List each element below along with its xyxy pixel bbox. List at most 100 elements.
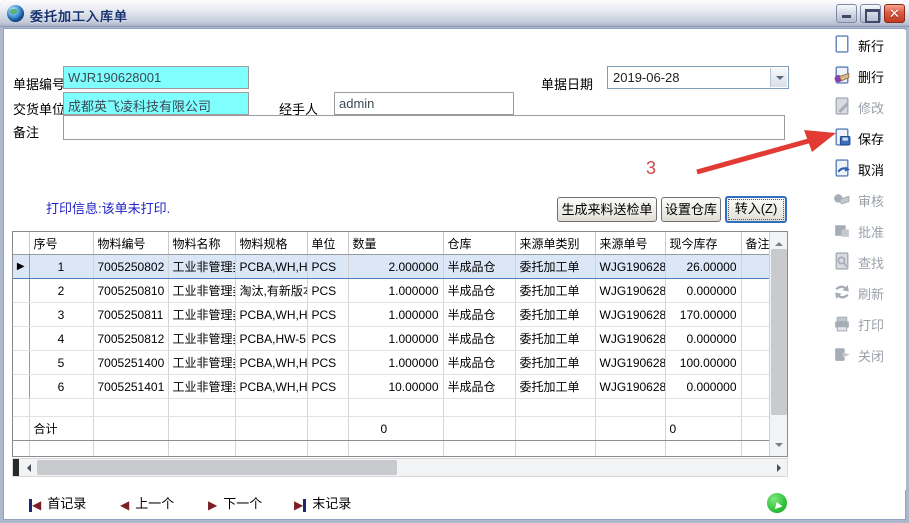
column-header[interactable]: 现今库存 (665, 232, 741, 255)
scroll-left-icon[interactable] (19, 459, 36, 476)
table-cell[interactable]: 工业非管理类 (168, 303, 235, 327)
table-cell[interactable] (741, 255, 771, 279)
column-header[interactable]: 序号 (29, 232, 93, 255)
table-row[interactable]: 37005250811工业非管理类PCBA,WH,HPCS1.000000半成品… (13, 303, 771, 327)
table-row[interactable]: 27005250810工业非管理类淘汰,有新版本PCS1.000000半成品仓委… (13, 279, 771, 303)
table-cell[interactable]: 委托加工单 (515, 279, 595, 303)
chevron-down-icon[interactable] (770, 68, 787, 87)
table-cell[interactable]: 7005251400 (93, 351, 168, 375)
horizontal-scroll-thumb[interactable] (37, 460, 397, 475)
table-cell[interactable]: PCBA,WH,H (235, 375, 307, 399)
horizontal-scrollbar[interactable] (12, 458, 788, 477)
table-cell[interactable]: 工业非管理类 (168, 327, 235, 351)
transfer-in-button[interactable]: 转入(Z) (725, 196, 787, 223)
doc-date-combo[interactable]: 2019-06-28 (607, 66, 789, 89)
table-cell[interactable] (741, 303, 771, 327)
supplier-field[interactable]: 成都英飞凌科技有限公司 (63, 92, 249, 115)
table-cell[interactable] (741, 327, 771, 351)
table-cell[interactable]: WJG190628 (595, 255, 665, 279)
nav-last-record[interactable]: ▶末记录 (294, 493, 351, 513)
items-grid[interactable]: 序号物料编号物料名称物料规格单位数量仓库来源单类别来源单号现今库存备注 ▶170… (12, 231, 788, 457)
table-cell[interactable] (741, 351, 771, 375)
table-row[interactable]: 67005251401工业非管理类PCBA,WH,HPCS10.00000半成品… (13, 375, 771, 399)
toolbar-button-new-row[interactable]: 新行 (828, 32, 904, 56)
scroll-down-icon[interactable] (770, 439, 788, 456)
table-cell[interactable]: 半成品仓 (443, 327, 515, 351)
table-cell[interactable]: 100.00000 (665, 351, 741, 375)
table-cell[interactable]: 工业非管理类 (168, 375, 235, 399)
nav-next-record[interactable]: ▶下一个 (208, 493, 262, 513)
table-cell[interactable]: 7005250812 (93, 327, 168, 351)
table-cell[interactable]: 半成品仓 (443, 375, 515, 399)
table-cell[interactable]: 工业非管理类 (168, 255, 235, 279)
toolbar-button-cancel[interactable]: 取消 (828, 156, 904, 180)
table-cell[interactable]: PCS (307, 351, 348, 375)
maximize-button[interactable] (860, 4, 881, 23)
column-header[interactable]: 数量 (348, 232, 443, 255)
column-header[interactable]: 单位 (307, 232, 348, 255)
table-cell[interactable]: PCS (307, 279, 348, 303)
table-cell[interactable]: 半成品仓 (443, 303, 515, 327)
table-cell[interactable]: 10.00000 (348, 375, 443, 399)
table-cell[interactable]: PCBA,WH,H (235, 351, 307, 375)
table-cell[interactable]: 委托加工单 (515, 303, 595, 327)
table-cell[interactable]: 委托加工单 (515, 375, 595, 399)
table-cell[interactable]: 淘汰,有新版本 (235, 279, 307, 303)
table-cell[interactable]: 170.00000 (665, 303, 741, 327)
column-header[interactable]: 备注 (741, 232, 771, 255)
handler-field[interactable]: admin (334, 92, 514, 115)
column-header[interactable]: 物料规格 (235, 232, 307, 255)
table-cell[interactable]: 3 (29, 303, 93, 327)
table-cell[interactable]: 6 (29, 375, 93, 399)
table-cell[interactable]: 半成品仓 (443, 255, 515, 279)
toolbar-button-delete-row[interactable]: 删行 (828, 63, 904, 87)
table-cell[interactable]: 半成品仓 (443, 279, 515, 303)
table-cell[interactable]: 工业非管理类 (168, 351, 235, 375)
nav-previous-record[interactable]: ◀上一个 (120, 493, 174, 513)
table-cell[interactable]: PCBA,HW-5 (235, 327, 307, 351)
table-cell[interactable]: 7005250811 (93, 303, 168, 327)
table-cell[interactable]: 0.000000 (665, 327, 741, 351)
table-cell[interactable]: PCBA,WH,H (235, 303, 307, 327)
table-cell[interactable]: PCS (307, 327, 348, 351)
close-button[interactable]: ✕ (884, 4, 905, 23)
table-cell[interactable]: WJG190628 (595, 375, 665, 399)
table-cell[interactable]: 5 (29, 351, 93, 375)
table-cell[interactable] (741, 279, 771, 303)
table-cell[interactable]: 半成品仓 (443, 351, 515, 375)
column-header[interactable]: 来源单类别 (515, 232, 595, 255)
table-cell[interactable]: 7005250810 (93, 279, 168, 303)
scroll-right-icon[interactable] (770, 459, 787, 476)
table-cell[interactable]: 1.000000 (348, 351, 443, 375)
table-cell[interactable]: 2.000000 (348, 255, 443, 279)
set-warehouse-button[interactable]: 设置仓库 (661, 197, 721, 222)
generate-inspection-button[interactable]: 生成来料送检单 (557, 197, 657, 222)
toolbar-button-save[interactable]: 保存 (828, 125, 904, 149)
table-cell[interactable]: 26.00000 (665, 255, 741, 279)
table-cell[interactable]: WJG190628 (595, 279, 665, 303)
column-header[interactable]: 来源单号 (595, 232, 665, 255)
table-row[interactable]: 47005250812工业非管理类PCBA,HW-5PCS1.000000半成品… (13, 327, 771, 351)
table-cell[interactable]: 委托加工单 (515, 327, 595, 351)
table-cell[interactable]: 委托加工单 (515, 351, 595, 375)
table-cell[interactable]: 4 (29, 327, 93, 351)
table-cell[interactable] (741, 375, 771, 399)
table-cell[interactable]: 7005251401 (93, 375, 168, 399)
table-cell[interactable]: 7005250802 (93, 255, 168, 279)
table-cell[interactable]: WJG190628 (595, 303, 665, 327)
table-cell[interactable]: WJG190628 (595, 327, 665, 351)
table-cell[interactable]: 1 (29, 255, 93, 279)
table-cell[interactable]: 委托加工单 (515, 255, 595, 279)
table-cell[interactable]: 1.000000 (348, 327, 443, 351)
table-cell[interactable]: PCS (307, 375, 348, 399)
vertical-scrollbar[interactable] (769, 232, 787, 456)
nav-first-record[interactable]: ◀首记录 (29, 493, 86, 513)
scroll-up-icon[interactable] (770, 232, 788, 249)
minimize-button[interactable] (836, 4, 857, 23)
table-cell[interactable]: PCBA,WH,H (235, 255, 307, 279)
table-row[interactable]: 57005251400工业非管理类PCBA,WH,HPCS1.000000半成品… (13, 351, 771, 375)
table-cell[interactable]: WJG190628 (595, 351, 665, 375)
table-cell[interactable]: 工业非管理类 (168, 279, 235, 303)
doc-no-field[interactable]: WJR190628001 (63, 66, 249, 89)
table-cell[interactable]: 0.000000 (665, 375, 741, 399)
